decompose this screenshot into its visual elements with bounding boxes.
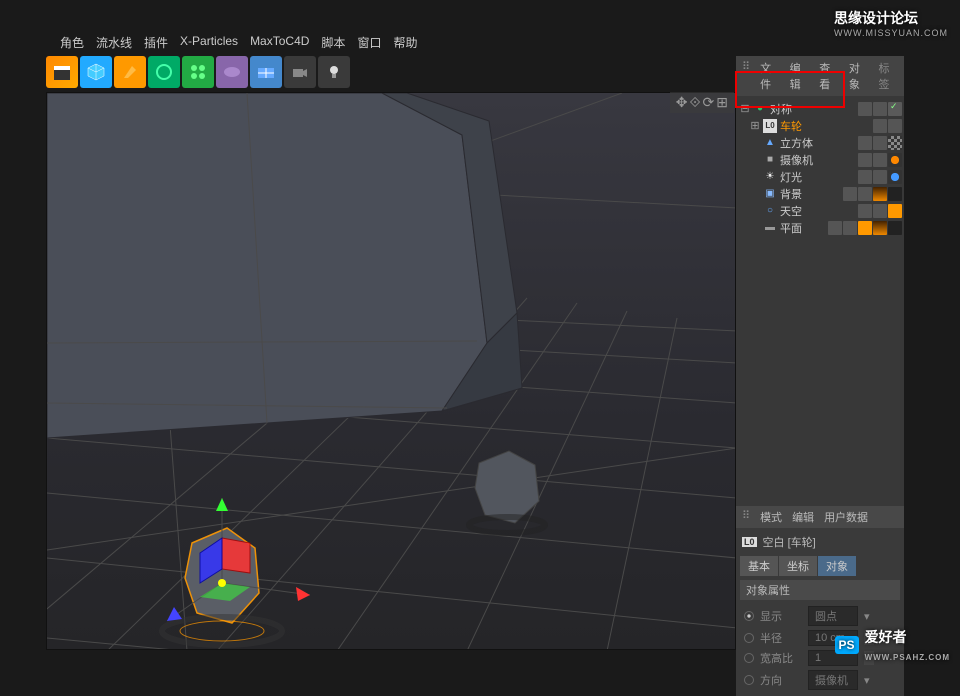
tree-item-label[interactable]: 灯光 (780, 169, 802, 185)
main-toolbar (46, 56, 350, 88)
zoom-icon[interactable]: ⟐ (689, 94, 700, 111)
camera-icon[interactable] (284, 56, 316, 88)
attr-label: 方向 (760, 672, 802, 688)
tree-item-label[interactable]: 车轮 (780, 118, 802, 134)
watermark-bottom: PS 爱好者 WWW.PSAHZ.COM (835, 627, 950, 663)
menu-item[interactable]: 窗口 (357, 34, 381, 51)
viewport-scene (47, 93, 736, 650)
dropdown-icon[interactable]: ▾ (864, 674, 870, 687)
menu-item[interactable]: 角色 (60, 34, 84, 51)
null-icon: L0 (742, 537, 757, 547)
attribute-manager: ⠿ 模式 编辑 用户数据 L0 空白 [车轮] 基本 坐标 对象 对象属性 显示… (736, 506, 904, 696)
tree-item-label[interactable]: 天空 (780, 203, 802, 219)
tree-item-label[interactable]: 平面 (780, 220, 802, 236)
menu-item[interactable]: 插件 (144, 34, 168, 51)
object-manager-panel: ⠿ 文件 编辑 查看 对象 标签 ⊟ ● 对称 ⊞ L0 车轮 ▲ 立方体 ■ … (736, 56, 904, 650)
orbit-icon[interactable]: ⟳ (703, 94, 715, 111)
watermark-top: 思缘设计论坛 WWW.MISSYUAN.COM (834, 8, 948, 38)
sky-tree-icon: ○ (763, 204, 777, 218)
attr-dropdown[interactable]: 摄像机 (808, 670, 858, 690)
om-tab[interactable]: 标签 (878, 60, 898, 92)
cube-primitive-icon[interactable] (80, 56, 112, 88)
null-icon: L0 (763, 119, 777, 133)
3d-viewport[interactable] (46, 92, 736, 650)
attr-subtab-basic[interactable]: 基本 (740, 556, 778, 576)
attr-subtab-object[interactable]: 对象 (818, 556, 856, 576)
background-tree-icon: ▣ (763, 187, 777, 201)
radio-icon[interactable] (744, 675, 754, 685)
expand-toggle[interactable]: ⊟ (740, 102, 750, 115)
om-tab[interactable]: 对象 (849, 60, 869, 92)
nurbs-icon[interactable] (148, 56, 180, 88)
plane-tree-icon: ▬ (763, 221, 777, 235)
array-icon[interactable] (182, 56, 214, 88)
menu-item[interactable]: 流水线 (96, 34, 132, 51)
menu-item[interactable]: 帮助 (393, 34, 417, 51)
object-manager-header: ⠿ 文件 编辑 查看 对象 标签 (736, 56, 904, 96)
om-tab[interactable]: 文件 (760, 60, 780, 92)
selected-object-title: 空白 [车轮] (763, 534, 816, 550)
expand-toggle[interactable]: ⊞ (750, 119, 760, 132)
menu-item[interactable]: X-Particles (180, 34, 238, 51)
pan-icon[interactable]: ✥ (676, 94, 688, 111)
floor-icon[interactable] (250, 56, 282, 88)
symmetry-icon: ● (753, 102, 767, 116)
camera-tree-icon: ■ (763, 153, 777, 167)
cube-icon: ▲ (763, 136, 777, 150)
tree-item-label[interactable]: 摄像机 (780, 152, 813, 168)
attr-tab[interactable]: 模式 (760, 509, 782, 525)
attr-dropdown[interactable]: 圆点 (808, 606, 858, 626)
tree-item-label[interactable]: 立方体 (780, 135, 813, 151)
layout-icon[interactable]: ⊞ (716, 94, 728, 111)
menu-item[interactable]: MaxToC4D (250, 34, 309, 51)
menu-item[interactable]: 脚本 (321, 34, 345, 51)
main-menu-bar: 角色 流水线 插件 X-Particles MaxToC4D 脚本 窗口 帮助 (60, 34, 417, 51)
om-tab[interactable]: 查看 (819, 60, 839, 92)
om-tab[interactable]: 编辑 (790, 60, 810, 92)
attr-subtab-coord[interactable]: 坐标 (779, 556, 817, 576)
light-tree-icon: ☀ (763, 170, 777, 184)
attr-tab[interactable]: 编辑 (792, 509, 814, 525)
pen-tool-icon[interactable] (114, 56, 146, 88)
radio-icon[interactable] (744, 611, 754, 621)
dropdown-icon[interactable]: ▾ (864, 610, 870, 623)
attr-label: 显示 (760, 608, 802, 624)
tree-item-label[interactable]: 对称 (770, 101, 792, 117)
attr-section-title: 对象属性 (740, 580, 900, 600)
viewport-nav-controls: ✥ ⟐ ⟳ ⊞ (670, 92, 734, 113)
clapper-icon[interactable] (46, 56, 78, 88)
tree-item-label[interactable]: 背景 (780, 186, 802, 202)
attribute-header: ⠿ 模式 编辑 用户数据 (736, 506, 904, 528)
attr-label: 宽高比 (760, 650, 802, 666)
radio-icon[interactable] (744, 653, 754, 663)
light-icon[interactable] (318, 56, 350, 88)
deformer-icon[interactable] (216, 56, 248, 88)
object-tree[interactable]: ⊟ ● 对称 ⊞ L0 车轮 ▲ 立方体 ■ 摄像机 ☀ 灯光 (736, 96, 904, 506)
ps-logo-icon: PS (835, 636, 859, 654)
attr-tab[interactable]: 用户数据 (824, 509, 868, 525)
radio-icon[interactable] (744, 633, 754, 643)
attr-label: 半径 (760, 630, 802, 646)
